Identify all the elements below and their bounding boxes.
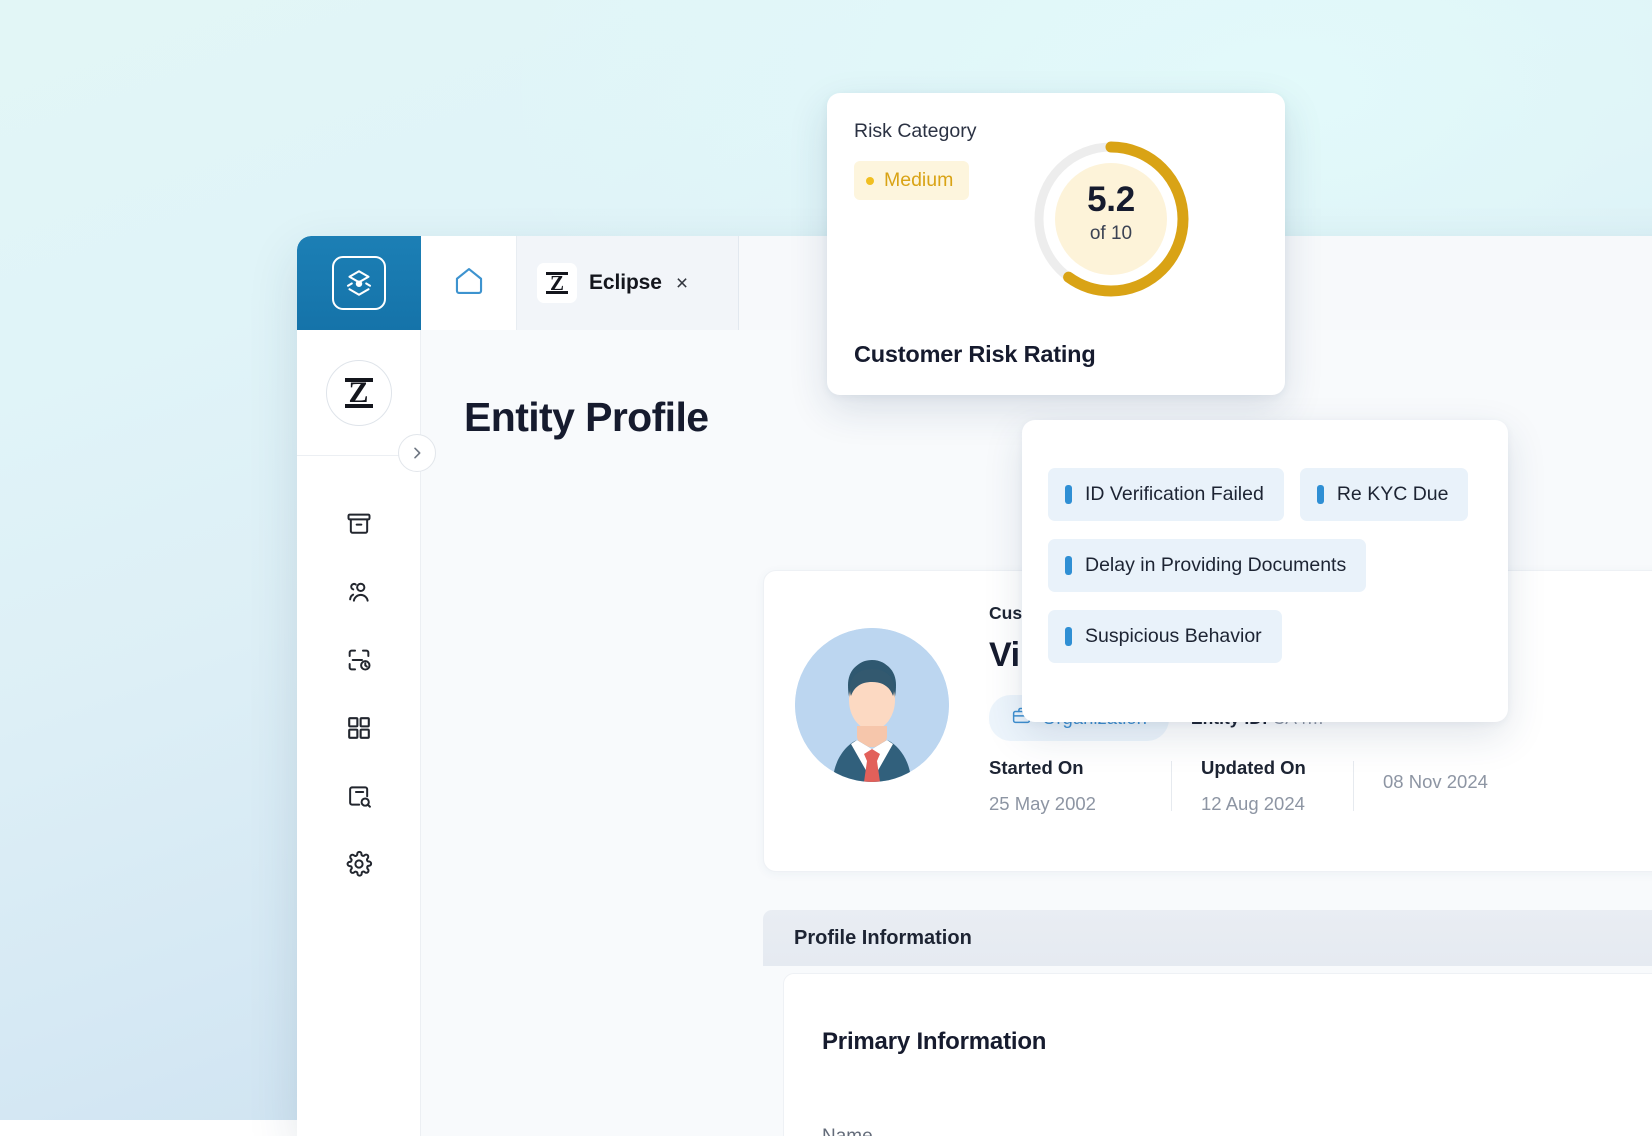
alert-label: Delay in Providing Documents — [1085, 554, 1346, 577]
meta-value: 12 Aug 2024 — [1201, 793, 1323, 815]
alert-indicator-icon — [1065, 556, 1072, 575]
alert-pill[interactable]: Delay in Providing Documents — [1048, 539, 1366, 592]
home-icon — [451, 264, 487, 303]
field-name: Name Mr Vikram Singh Rajput — [822, 1126, 1358, 1136]
meta-third-date: 08 Nov 2024 — [1353, 757, 1535, 815]
archive-box-icon — [345, 510, 373, 543]
alert-row: Suspicious Behavior — [1048, 610, 1508, 663]
users-icon — [345, 578, 373, 611]
person-avatar — [795, 628, 949, 782]
alert-pill[interactable]: Re KYC Due — [1300, 468, 1469, 521]
alert-label: Suspicious Behavior — [1085, 625, 1262, 648]
risk-category-label: Risk Category — [854, 120, 976, 143]
scan-clock-icon — [345, 646, 373, 679]
profile-information-header[interactable]: Profile Information — [763, 910, 1652, 966]
alert-indicator-icon — [1065, 485, 1072, 504]
sidebar-item-settings[interactable] — [297, 832, 420, 900]
field-maiden-name: Maiden Name Mr Vikram Singh Rajput — [1358, 1126, 1652, 1136]
profile-information-panel: Primary Information Name Mr Vikram Singh… — [783, 973, 1652, 1136]
z-favicon: Z — [537, 263, 577, 303]
alert-pill[interactable]: Suspicious Behavior — [1048, 610, 1282, 663]
sidebar-nav — [297, 456, 420, 900]
document-search-icon — [345, 782, 373, 815]
sidebar-collapse-button[interactable] — [398, 434, 436, 472]
chevron-right-icon — [409, 445, 425, 461]
alert-label: ID Verification Failed — [1085, 483, 1264, 506]
meta-started-on: Started On 25 May 2002 — [989, 757, 1171, 815]
risk-score-scale: of 10 — [1025, 223, 1197, 245]
field-label: Name — [822, 1126, 1358, 1136]
sidebar-item-archive[interactable] — [297, 492, 420, 560]
primary-information-fields: Name Mr Vikram Singh Rajput Maiden Name … — [822, 1126, 1652, 1136]
brand-z-logo: Z — [326, 360, 392, 426]
sidebar-item-screening[interactable] — [297, 628, 420, 696]
app-logo-tile[interactable] — [297, 236, 421, 330]
grid-apps-icon — [345, 714, 373, 747]
sidebar-item-apps[interactable] — [297, 696, 420, 764]
tab-label: Eclipse — [589, 271, 662, 295]
customer-risk-rating-card: Risk Category Medium 5.2 of 10 Customer … — [827, 93, 1285, 395]
home-tab[interactable] — [421, 236, 517, 330]
sidebar: Z — [297, 330, 421, 1136]
close-icon[interactable]: × — [676, 273, 688, 294]
meta-label: Started On — [989, 757, 1141, 779]
status-dot-icon — [866, 177, 874, 185]
cube-network-icon — [332, 256, 386, 310]
tab-eclipse[interactable]: Z Eclipse × — [517, 236, 739, 330]
risk-alerts-card: ID Verification Failed Re KYC Due Delay … — [1022, 420, 1508, 722]
alert-pill[interactable]: ID Verification Failed — [1048, 468, 1284, 521]
risk-category-value: Medium — [884, 169, 953, 192]
gear-icon — [345, 850, 373, 883]
meta-value: 08 Nov 2024 — [1383, 771, 1505, 793]
alert-indicator-icon — [1065, 627, 1072, 646]
alert-row: Delay in Providing Documents — [1048, 539, 1508, 592]
risk-category-badge: Medium — [854, 161, 969, 200]
primary-information-title: Primary Information — [822, 1028, 1652, 1056]
avatar — [795, 628, 949, 782]
sidebar-item-customers[interactable] — [297, 560, 420, 628]
risk-card-title: Customer Risk Rating — [854, 341, 1096, 368]
risk-score-gauge: 5.2 of 10 — [1025, 133, 1197, 305]
meta-value: 25 May 2002 — [989, 793, 1141, 815]
alert-label: Re KYC Due — [1337, 483, 1449, 506]
sidebar-brand[interactable]: Z — [297, 330, 420, 456]
entity-meta-row: Started On 25 May 2002 Updated On 12 Aug… — [989, 757, 1535, 815]
sidebar-item-reports[interactable] — [297, 764, 420, 832]
alert-row: ID Verification Failed Re KYC Due — [1048, 468, 1508, 521]
risk-score-value: 5.2 — [1025, 180, 1197, 220]
meta-label: Updated On — [1201, 757, 1323, 779]
meta-updated-on: Updated On 12 Aug 2024 — [1171, 757, 1353, 815]
alert-indicator-icon — [1317, 485, 1324, 504]
